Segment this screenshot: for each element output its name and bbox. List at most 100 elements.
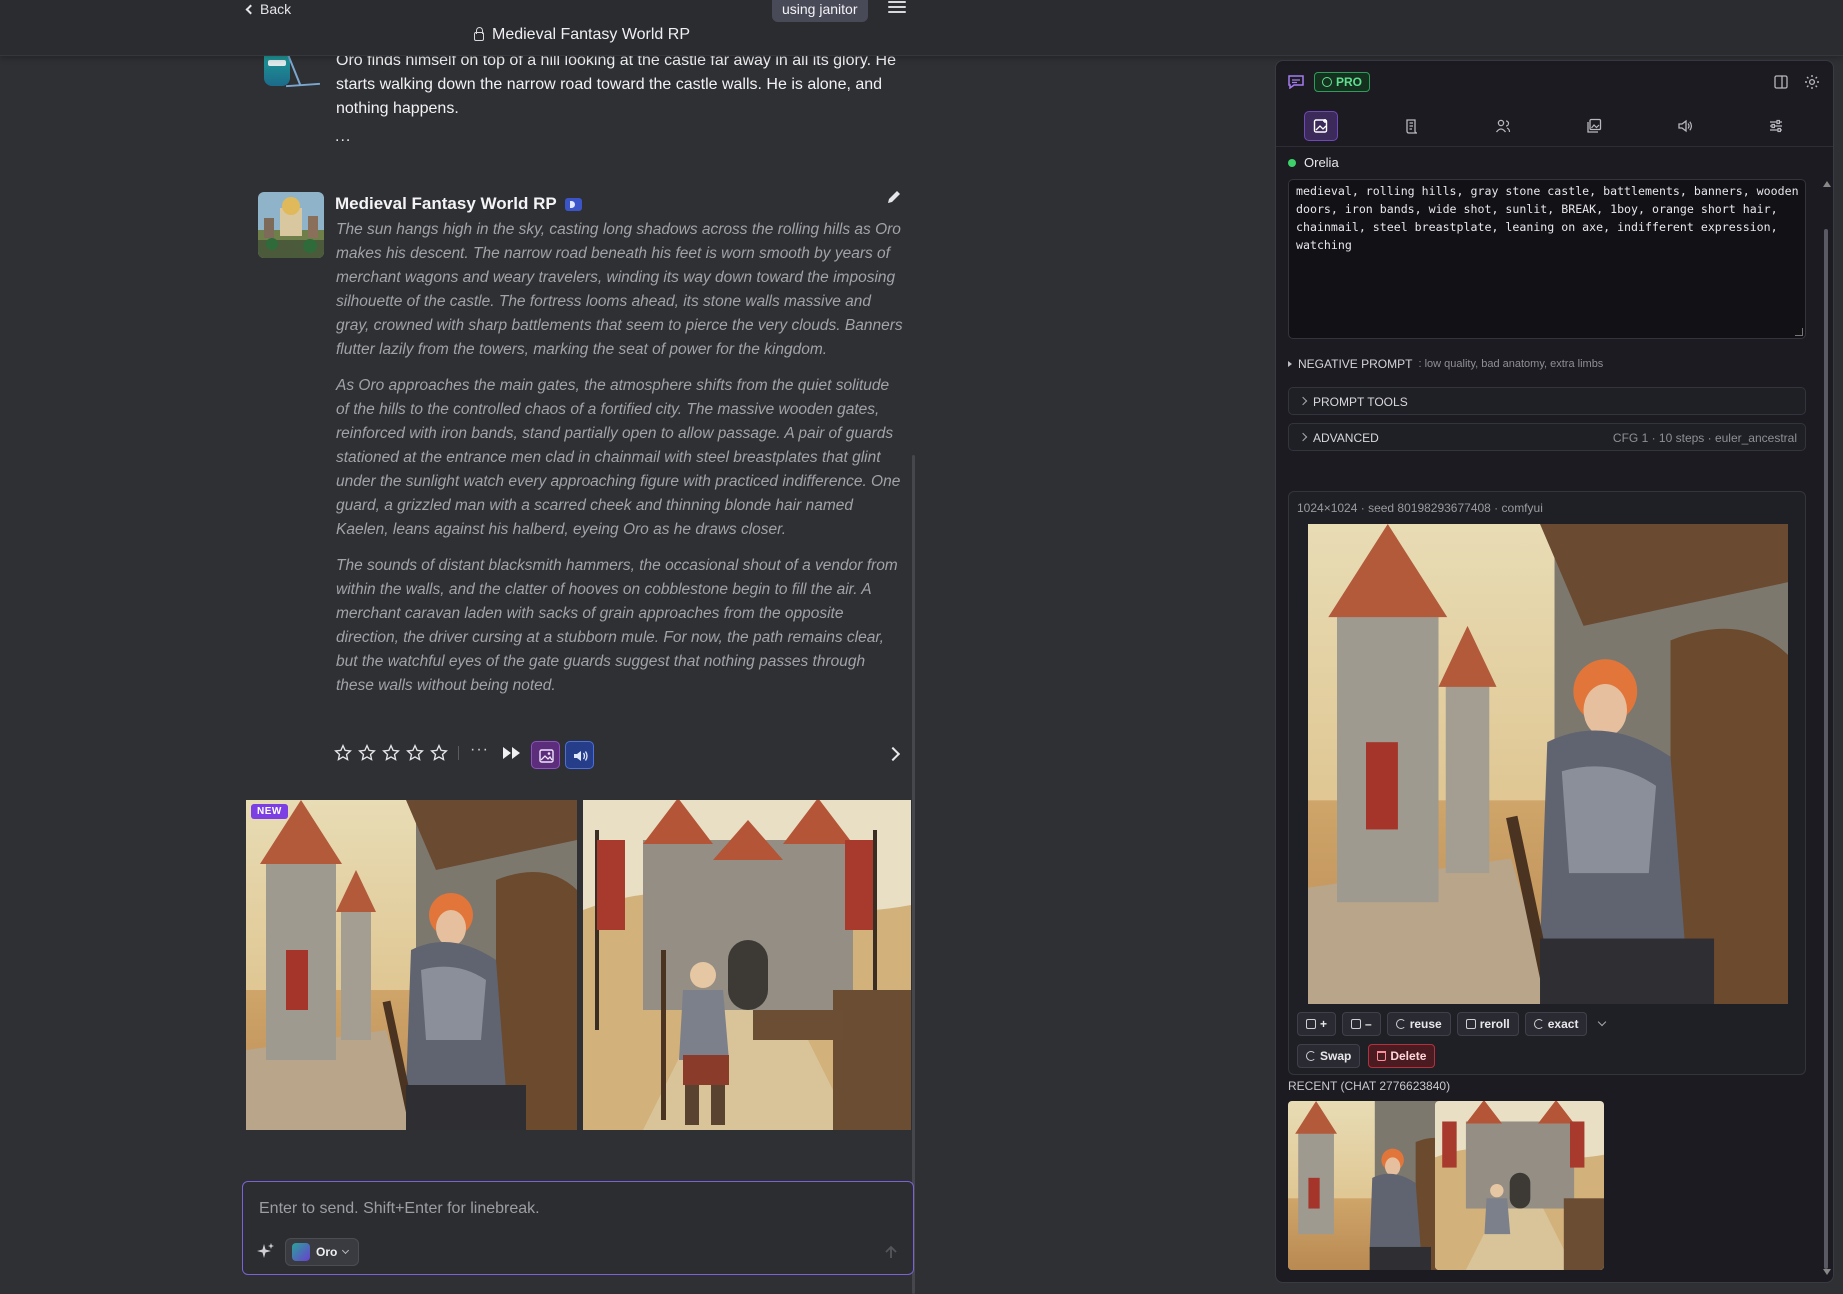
chevron-right-icon bbox=[1298, 432, 1308, 442]
castle-gate-image bbox=[583, 800, 911, 1130]
user-message-more[interactable]: ... bbox=[335, 128, 351, 146]
rating-star-1-icon[interactable] bbox=[334, 744, 352, 762]
next-swipe-chevron-icon[interactable] bbox=[885, 746, 901, 762]
speaker-icon bbox=[1678, 119, 1692, 133]
persona-name: Oro bbox=[316, 1245, 338, 1259]
scroll-icon bbox=[1406, 119, 1418, 134]
image-gen-panel: PRO Orelia medieval, rolling hills, gray… bbox=[1275, 60, 1834, 1283]
audio-button[interactable] bbox=[565, 741, 594, 769]
swap-button[interactable]: Swap bbox=[1297, 1044, 1361, 1068]
copy-icon bbox=[1351, 1019, 1362, 1029]
chevron-down-icon[interactable] bbox=[1598, 1017, 1607, 1027]
gear-icon[interactable] bbox=[1804, 74, 1820, 90]
result-meta: 1024×1024 · seed 80198293677408 · comfyu… bbox=[1297, 501, 1543, 515]
exact-button[interactable]: exact bbox=[1524, 1012, 1588, 1036]
castle-gate-thumb bbox=[1435, 1101, 1604, 1270]
recent-thumbnail-2[interactable] bbox=[1435, 1101, 1604, 1270]
copy-plus-label: + bbox=[1320, 1017, 1328, 1031]
tab-image-gen[interactable] bbox=[1304, 111, 1338, 141]
scroll-down-arrow-icon[interactable] bbox=[1823, 1269, 1831, 1275]
user-message-text: Oro finds himself on top of a hill looki… bbox=[336, 52, 896, 117]
generate-image-button[interactable] bbox=[531, 741, 560, 769]
scroll-up-arrow-icon[interactable] bbox=[1823, 181, 1831, 187]
exact-label: exact bbox=[1547, 1017, 1579, 1031]
copy-plus-button[interactable]: + bbox=[1297, 1012, 1337, 1036]
sparkle-icon[interactable] bbox=[257, 1242, 275, 1260]
send-arrow-icon[interactable] bbox=[883, 1244, 899, 1260]
reuse-label: reuse bbox=[1409, 1017, 1442, 1031]
advanced-section[interactable]: ADVANCED CFG 1 · 10 steps · euler_ancest… bbox=[1288, 423, 1806, 451]
delete-label: Delete bbox=[1390, 1049, 1427, 1063]
prompt-tools-label: PROMPT TOOLS bbox=[1313, 395, 1408, 409]
chevron-down-icon bbox=[342, 1246, 350, 1255]
resize-handle[interactable] bbox=[1795, 328, 1803, 336]
edit-pencil-icon[interactable] bbox=[886, 189, 902, 205]
knight-sitting-thumb bbox=[1288, 1101, 1457, 1270]
bot-message-body: The sun hangs high in the sky, casting l… bbox=[336, 218, 904, 710]
caret-right-icon bbox=[1288, 361, 1292, 367]
chevron-right-icon bbox=[1298, 396, 1308, 406]
speaker-icon bbox=[574, 751, 588, 761]
prompt-tools-section[interactable]: PROMPT TOOLS bbox=[1288, 387, 1806, 415]
prompt-textarea[interactable]: medieval, rolling hills, gray stone cast… bbox=[1288, 179, 1806, 339]
tab-settings-sliders[interactable] bbox=[1759, 111, 1793, 141]
result-actions-secondary: Swap Delete bbox=[1297, 1044, 1436, 1068]
panel-scroll-thumb[interactable] bbox=[1824, 229, 1828, 1269]
advanced-label: ADVANCED bbox=[1313, 431, 1379, 445]
lock-icon bbox=[474, 27, 484, 41]
rating-star-4-icon[interactable] bbox=[406, 744, 424, 762]
bot-paragraph-2: As Oro approaches the main gates, the at… bbox=[336, 377, 901, 538]
tab-characters[interactable] bbox=[1486, 111, 1520, 141]
bot-badge-icon bbox=[564, 197, 582, 211]
reroll-label: reroll bbox=[1479, 1017, 1510, 1031]
page-title: Medieval Fantasy World RP bbox=[474, 26, 690, 44]
bot-name: Medieval Fantasy World RP bbox=[335, 194, 582, 214]
chat-scrollbar[interactable] bbox=[912, 455, 915, 1294]
rating-star-5-icon[interactable] bbox=[430, 744, 448, 762]
reroll-button[interactable]: reroll bbox=[1456, 1012, 1519, 1036]
knight-sitting-image bbox=[246, 800, 577, 1130]
generated-image-2[interactable] bbox=[583, 800, 911, 1130]
mode-pill[interactable]: using janitor bbox=[772, 0, 868, 22]
panel-scrollbar[interactable] bbox=[1823, 179, 1831, 1279]
chat-bubble-icon bbox=[1288, 75, 1304, 89]
back-button[interactable]: Back bbox=[245, 0, 292, 18]
negative-prompt-toggle[interactable]: NEGATIVE PROMPT : low quality, bad anato… bbox=[1288, 357, 1603, 371]
check-circle-icon bbox=[1322, 77, 1332, 87]
delete-button[interactable]: Delete bbox=[1368, 1044, 1436, 1068]
persona-avatar-small bbox=[292, 1243, 310, 1261]
tab-audio[interactable] bbox=[1668, 111, 1702, 141]
copy-minus-label: – bbox=[1365, 1017, 1372, 1031]
new-badge: NEW bbox=[251, 804, 288, 819]
menu-hamburger-icon[interactable] bbox=[888, 0, 906, 14]
generated-image-1[interactable]: NEW bbox=[246, 800, 577, 1130]
copy-minus-button[interactable]: – bbox=[1342, 1012, 1381, 1036]
reuse-button[interactable]: reuse bbox=[1386, 1012, 1451, 1036]
back-label: Back bbox=[260, 1, 292, 17]
negative-prompt-value: : low quality, bad anatomy, extra limbs bbox=[1418, 358, 1604, 370]
recent-thumbnail-1[interactable] bbox=[1288, 1101, 1457, 1270]
bot-name-text: Medieval Fantasy World RP bbox=[335, 194, 557, 213]
swap-icon bbox=[1306, 1051, 1316, 1061]
rating-star-2-icon[interactable] bbox=[358, 744, 376, 762]
page-title-text: Medieval Fantasy World RP bbox=[492, 26, 690, 43]
bot-paragraph-3: The sounds of distant blacksmith hammers… bbox=[336, 557, 898, 694]
character-name: Orelia bbox=[1304, 155, 1339, 170]
rating-star-3-icon[interactable] bbox=[382, 744, 400, 762]
more-options-button[interactable]: ··· bbox=[470, 741, 489, 759]
pro-badge: PRO bbox=[1314, 72, 1371, 92]
advanced-meta: CFG 1 · 10 steps · euler_ancestral bbox=[1612, 431, 1797, 445]
continue-fast-forward-icon[interactable] bbox=[502, 745, 522, 761]
active-character[interactable]: Orelia bbox=[1288, 155, 1339, 170]
message-input[interactable] bbox=[259, 1200, 879, 1218]
tab-scroll[interactable] bbox=[1395, 111, 1429, 141]
result-actions: + – reuse reroll exact bbox=[1297, 1012, 1607, 1036]
chat-column: Oro finds himself on top of a hill looki… bbox=[0, 0, 920, 1294]
persona-selector[interactable]: Oro bbox=[285, 1238, 360, 1266]
result-image[interactable] bbox=[1308, 524, 1788, 1004]
gallery-icon bbox=[1587, 118, 1602, 133]
recent-label: RECENT (CHAT 2776623840) bbox=[1288, 1079, 1451, 1093]
layout-toggle-icon[interactable] bbox=[1774, 75, 1788, 89]
message-actions: ··· bbox=[334, 741, 906, 769]
tab-gallery[interactable] bbox=[1577, 111, 1611, 141]
